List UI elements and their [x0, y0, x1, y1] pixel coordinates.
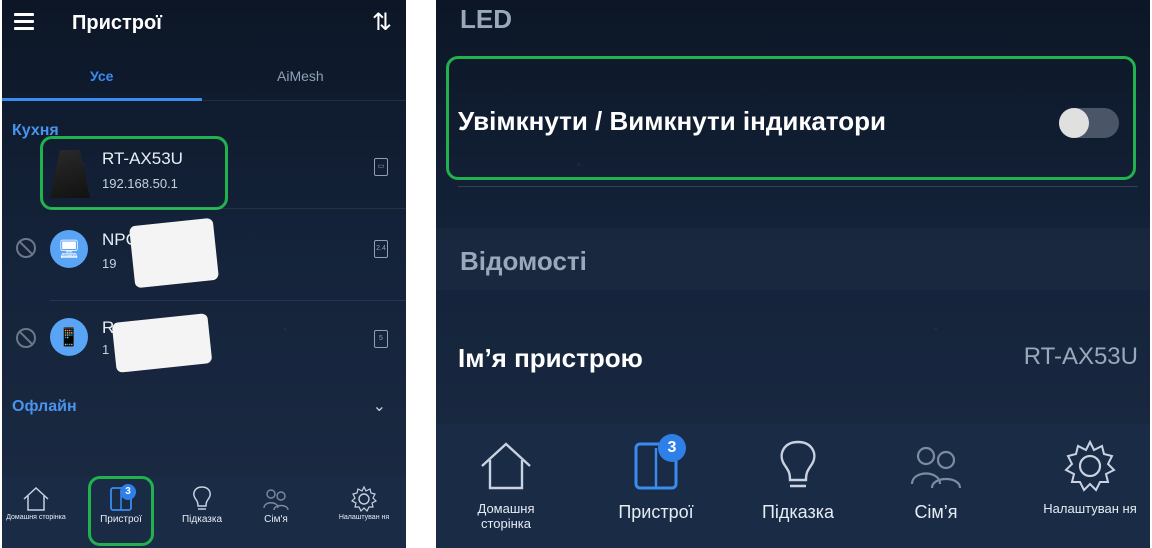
highlight-router: [40, 136, 228, 210]
gear-icon: [350, 485, 378, 513]
bottom-nav: Домашня сторінка 3 Пристрої Підказка Сім…: [2, 476, 406, 548]
bottom-nav: Домашня сторінка 3 Пристрої Підказка Сім…: [436, 424, 1150, 548]
sort-icon[interactable]: ⇅: [372, 8, 392, 37]
active-tab-indicator: [2, 98, 202, 101]
bulb-icon: [193, 486, 211, 510]
nav-label: Підказка: [761, 502, 835, 522]
nav-label: Налаштуван ня: [338, 514, 390, 521]
computer-icon: 🖥: [50, 230, 88, 268]
nav-tips[interactable]: Підказка: [748, 424, 848, 548]
redaction-patch: [111, 313, 213, 373]
nav-label: Сім'я: [264, 514, 288, 525]
group-label-offline[interactable]: Офлайн: [12, 398, 77, 416]
device-name-value: RT-AX53U: [1023, 343, 1138, 370]
device-name-label: Ім’я пристрою: [458, 343, 643, 373]
badge-count: 3: [658, 434, 686, 462]
divider: [50, 208, 406, 209]
device-tabs: Усе AiMesh: [2, 58, 406, 102]
gear-icon: [1064, 439, 1116, 492]
page-title: Пристрої: [72, 12, 162, 34]
nav-tips[interactable]: Підказка: [172, 476, 232, 548]
device-ip: 19: [102, 256, 117, 271]
home-icon: [481, 442, 531, 490]
devices-screen: Пристрої ⇅ Усе AiMesh Кухня RT-AX53U 192…: [2, 0, 406, 548]
redaction-patch: [128, 217, 220, 289]
divider: [50, 300, 406, 301]
divider: [458, 186, 1138, 187]
nav-settings[interactable]: Налаштуван ня: [332, 476, 396, 548]
top-bar: Пристрої ⇅: [2, 0, 406, 48]
nav-label: Пристрої: [618, 502, 694, 522]
nav-home[interactable]: Домашня сторінка: [6, 476, 66, 548]
tab-all[interactable]: Усе: [90, 68, 113, 84]
block-icon[interactable]: [16, 328, 36, 348]
highlight-nav-devices: [88, 476, 154, 546]
nav-label: Домашня сторінка: [6, 514, 66, 521]
device-ip: 1: [102, 342, 110, 357]
nav-family[interactable]: Сім'я: [246, 476, 306, 548]
tab-aimesh[interactable]: AiMesh: [277, 68, 324, 84]
nav-label: Налаштуван ня: [1043, 501, 1137, 516]
family-icon: [263, 489, 289, 511]
highlight-led-row: [446, 56, 1136, 180]
nav-devices[interactable]: 3 Пристрої: [606, 424, 706, 548]
bulb-icon: [780, 440, 816, 488]
section-header-info: Відомості: [460, 246, 587, 276]
nav-label: Домашня сторінка: [477, 501, 535, 531]
nav-family[interactable]: Сім’я: [886, 424, 986, 548]
section-header-led: LED: [460, 4, 512, 34]
chevron-down-icon[interactable]: ⌄: [373, 396, 386, 416]
nav-settings[interactable]: Налаштуван ня: [1040, 424, 1140, 548]
nav-label: Підказка: [181, 514, 223, 525]
ethernet-icon: ▭: [374, 158, 388, 176]
phone-icon: 📱: [50, 318, 88, 356]
block-icon[interactable]: [16, 238, 36, 258]
menu-icon[interactable]: [14, 13, 34, 30]
wifi-band-icon: 2.4: [374, 240, 388, 258]
wifi-band-icon: 5: [374, 330, 388, 348]
router-settings-screen: LED Увімкнути / Вимкнути індикатори Відо…: [436, 0, 1150, 548]
family-icon: [910, 446, 962, 489]
nav-home[interactable]: Домашня сторінка: [456, 424, 556, 548]
nav-label: Сім’я: [914, 502, 958, 522]
home-icon: [23, 486, 49, 511]
